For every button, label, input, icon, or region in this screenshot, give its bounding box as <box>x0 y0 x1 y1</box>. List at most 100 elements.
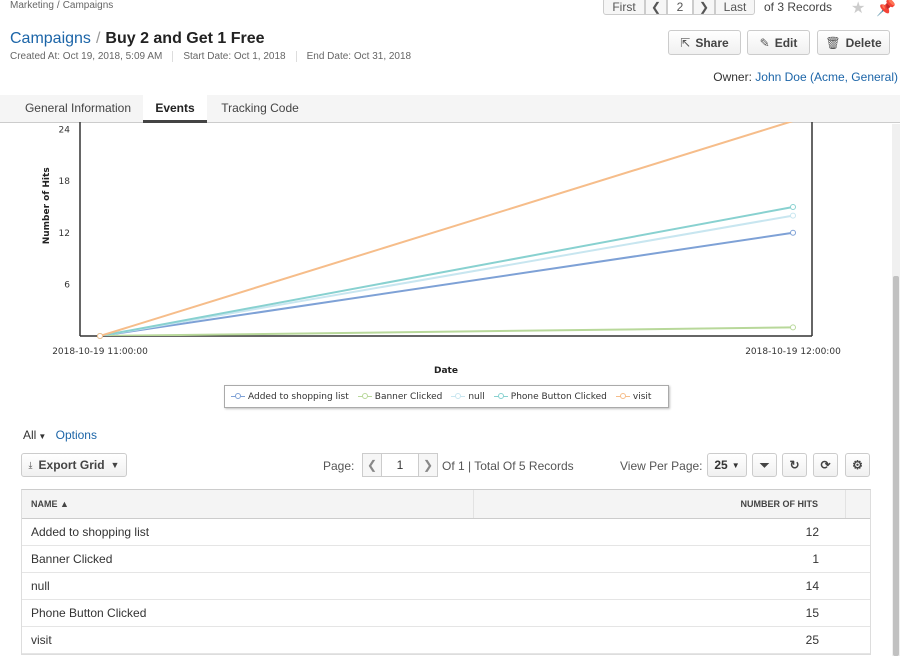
options-link[interactable]: Options <box>56 428 97 442</box>
grid-prev-page-button[interactable]: ❮ <box>362 453 382 477</box>
export-grid-button[interactable]: ⤓ Export Grid ▼ <box>21 453 127 477</box>
grid-header: NAME ▲ NUMBER OF HITS <box>22 490 870 519</box>
table-row[interactable]: Added to shopping list 12 <box>22 519 870 546</box>
legend-marker <box>231 392 245 401</box>
start-date: Start Date: Oct 1, 2018 <box>183 51 297 62</box>
tab-bar: General Information Events Tracking Code <box>0 95 900 123</box>
caret-down-icon: ▼ <box>38 432 47 441</box>
breadcrumb: Marketing / Campaigns <box>10 0 113 11</box>
data-point-added-to-shopping-list <box>790 229 796 236</box>
edit-label: Edit <box>774 35 798 50</box>
owner-link[interactable]: John Doe (Acme, General) <box>755 70 898 84</box>
legend-label: null <box>468 391 485 402</box>
row-hits: 14 <box>805 579 819 593</box>
created-at: Created At: Oct 19, 2018, 5:09 AM <box>10 51 174 62</box>
end-date: End Date: Oct 31, 2018 <box>306 51 412 62</box>
breadcrumb-separator: / <box>56 0 60 11</box>
undo-icon: ↻ <box>789 458 800 472</box>
view-per-page-label: View Per Page: <box>620 459 703 473</box>
page-scrollbar-thumb[interactable] <box>893 276 899 656</box>
grid-pager: ❮ 1 ❯ <box>362 453 438 477</box>
title-separator: / <box>95 30 101 47</box>
settings-button[interactable]: ⚙ <box>845 453 870 477</box>
row-hits: 1 <box>812 552 819 566</box>
module-link[interactable]: Campaigns <box>10 30 91 47</box>
series-line-banner-clicked <box>99 326 794 336</box>
tab-tracking-code[interactable]: Tracking Code <box>212 95 308 123</box>
last-record-button[interactable]: Last <box>715 0 755 15</box>
record-meta: Created At: Oct 19, 2018, 5:09 AM Start … <box>10 51 431 62</box>
events-line-chart: 6 12 18 24 Number of Hits 2018-10-19 11:00:00… <box>42 122 841 376</box>
legend-item-phone-button-clicked[interactable]: Phone Button Clicked <box>493 392 607 402</box>
column-header-name[interactable]: NAME ▲ <box>22 490 474 518</box>
owner-info: Owner: John Doe (Acme, General) <box>713 70 898 84</box>
x-axis-title: Date <box>434 366 458 376</box>
next-record-button[interactable]: ❯ <box>693 0 715 15</box>
series-line-added-to-shopping-list <box>99 231 794 336</box>
delete-button[interactable]: 🗑 Delete <box>817 30 890 55</box>
export-icon: ⤓ <box>28 459 33 470</box>
y-axis-title: Number of Hits <box>42 167 52 244</box>
breadcrumb-campaigns[interactable]: Campaigns <box>63 0 114 11</box>
reset-button[interactable]: ↻ <box>782 453 807 477</box>
row-hits: 15 <box>805 606 819 620</box>
row-name: Banner Clicked <box>31 552 113 566</box>
y-tick-label: 18 <box>59 177 71 187</box>
share-icon: ⇱ <box>680 35 691 50</box>
table-row[interactable]: visit 25 <box>22 627 870 654</box>
series-line-visit <box>99 122 794 336</box>
chevron-right-icon: ❯ <box>422 458 434 472</box>
record-page-number: 2 <box>667 0 693 15</box>
filter-all-dropdown[interactable]: All ▼ <box>23 428 46 442</box>
legend-item-banner-clicked[interactable]: Banner Clicked <box>357 392 442 402</box>
legend-item-null[interactable]: null <box>451 391 485 402</box>
per-page-select[interactable]: 25 ▼ <box>707 453 747 477</box>
record-pager: First ❮ 2 ❯ Last of 3 Records <box>603 0 832 15</box>
series-line-null <box>99 214 794 336</box>
y-tick-label: 6 <box>64 280 70 290</box>
grid-page-input[interactable]: 1 <box>382 453 418 477</box>
prev-record-button[interactable]: ❮ <box>645 0 667 15</box>
refresh-button[interactable]: ⟳ <box>813 453 838 477</box>
delete-label: Delete <box>845 35 882 50</box>
page-label: Page: <box>323 459 355 473</box>
data-point-visit <box>97 333 103 339</box>
x-tick-label: 2018-10-19 11:00:00 <box>52 347 148 357</box>
chevron-right-icon: ❯ <box>698 0 710 14</box>
row-name: Added to shopping list <box>31 525 150 539</box>
edit-button[interactable]: ✎ Edit <box>747 30 810 55</box>
record-title: Buy 2 and Get 1 Free <box>105 30 265 47</box>
favorite-star-icon[interactable]: ★ <box>851 0 865 18</box>
grid-next-page-button[interactable]: ❯ <box>418 453 438 477</box>
share-button[interactable]: ⇱ Share <box>668 30 741 55</box>
caret-down-icon: ▼ <box>110 460 120 470</box>
legend-label: visit <box>632 391 652 402</box>
row-name: Phone Button Clicked <box>31 606 147 620</box>
column-header-blank <box>846 490 870 518</box>
breadcrumb-marketing[interactable]: Marketing <box>10 0 54 11</box>
export-grid-label: Export Grid <box>38 458 105 472</box>
y-tick-label: 24 <box>59 126 71 136</box>
pin-icon[interactable]: 📌 <box>876 0 896 18</box>
gear-icon: ⚙ <box>852 458 863 472</box>
pencil-icon: ✎ <box>759 35 770 50</box>
filter-bar: All ▼ Options <box>23 428 97 442</box>
filter-button[interactable]: ⏷ <box>752 453 777 477</box>
first-record-button[interactable]: First <box>603 0 645 15</box>
column-header-hits[interactable]: NUMBER OF HITS <box>474 490 846 518</box>
owner-label: Owner: <box>713 70 752 84</box>
table-row[interactable]: Banner Clicked 1 <box>22 546 870 573</box>
share-label: Share <box>695 35 729 50</box>
refresh-icon: ⟳ <box>820 458 831 472</box>
record-count-text: of 3 Records <box>764 0 833 14</box>
legend-item-added-to-shopping-list[interactable]: Added to shopping list <box>231 392 349 402</box>
series-line-phone-button-clicked <box>99 206 794 336</box>
legend-item-visit[interactable]: visit <box>615 391 652 402</box>
table-row[interactable]: null 14 <box>22 573 870 600</box>
table-row[interactable]: Phone Button Clicked 15 <box>22 600 870 627</box>
tab-events[interactable]: Events <box>143 95 207 123</box>
per-page-value: 25 <box>714 458 728 472</box>
tab-general-information[interactable]: General Information <box>18 95 138 123</box>
legend-marker <box>615 392 630 401</box>
top-bar: Marketing / Campaigns First ❮ 2 ❯ Last of … <box>0 0 900 17</box>
